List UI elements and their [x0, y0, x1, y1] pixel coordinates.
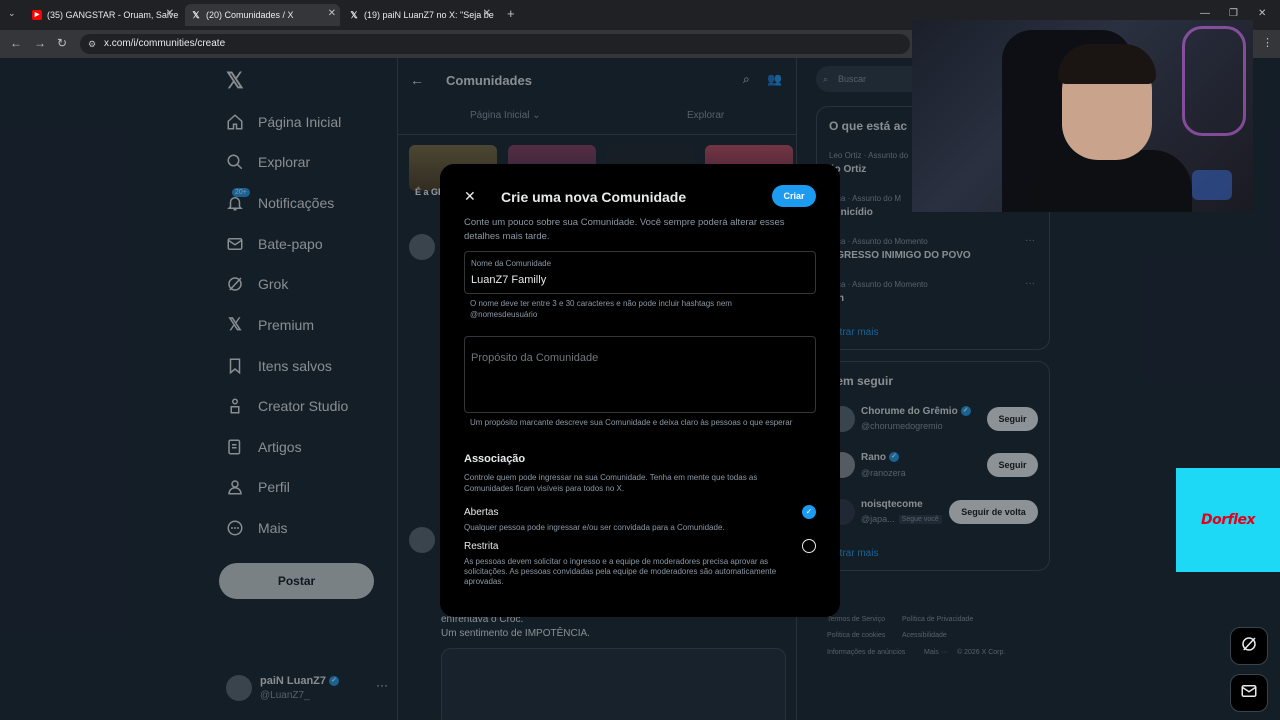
create-community-dialog: ✕ Crie uma nova Comunidade Criar Conte u… [440, 164, 840, 617]
option-restricted-label[interactable]: Restrita [464, 541, 498, 552]
create-button[interactable]: Criar [772, 185, 816, 207]
community-purpose-field[interactable]: Propósito da Comunidade [464, 336, 816, 413]
dorflex-ad: Dorflex [1176, 468, 1280, 572]
close-tab-icon[interactable]: ✕ [328, 8, 336, 19]
field-hint: Um propósito marcante descreve sua Comun… [470, 418, 793, 427]
option-description: Qualquer pessoa pode ingressar e/ou ser … [464, 523, 725, 532]
x-icon: 𝕏 [350, 10, 358, 20]
close-icon[interactable]: ✕ [464, 188, 476, 205]
webcam-light [1192, 170, 1232, 200]
mail-icon [1240, 682, 1258, 705]
close-tab-icon[interactable]: ✕ [483, 8, 491, 19]
webcam-light [1182, 26, 1246, 136]
community-name-field[interactable]: Nome da Comunidade LuanZ7 Familly [464, 251, 816, 294]
field-label: Nome da Comunidade [471, 259, 552, 268]
site-info-icon[interactable]: ⚙ [88, 34, 96, 54]
messages-floating-button[interactable] [1230, 674, 1268, 712]
section-description: Controle quem pode ingressar na sua Comu… [464, 473, 758, 493]
minimize-icon[interactable]: — [1200, 8, 1210, 19]
dorflex-logo: Dorflex [1200, 512, 1256, 528]
option-open-label[interactable]: Abertas [464, 507, 498, 518]
browser-tab-post[interactable]: 𝕏 (19) paiN LuanZ7 no X: "Seja be ✕ [345, 4, 495, 26]
browser-tab-youtube[interactable]: ▶ (35) GANGSTAR - Oruam, Salve ✕ [28, 4, 178, 26]
option-restricted-radio[interactable] [802, 539, 816, 553]
reload-icon[interactable]: ↻ [57, 36, 67, 50]
tab-title: (20) Comunidades / X [206, 10, 294, 20]
url-text: x.com/i/communities/create [104, 38, 226, 49]
field-value: LuanZ7 Familly [471, 274, 547, 286]
field-hint: O nome deve ter entre 3 e 30 caracteres … [470, 299, 732, 319]
new-tab-button[interactable]: + [507, 6, 515, 21]
dialog-description: Conte um pouco sobre sua Comunidade. Voc… [464, 217, 785, 242]
url-input[interactable]: ⚙ x.com/i/communities/create [80, 34, 910, 54]
section-title: Associação [464, 453, 526, 465]
grok-icon [1240, 635, 1258, 658]
tab-title: (35) GANGSTAR - Oruam, Salve [47, 10, 178, 20]
field-placeholder: Propósito da Comunidade [471, 352, 599, 364]
tab-title: (19) paiN LuanZ7 no X: "Seja be [364, 10, 494, 20]
x-icon: 𝕏 [192, 10, 200, 20]
forward-icon[interactable]: → [34, 36, 46, 50]
grok-floating-button[interactable] [1230, 627, 1268, 665]
back-icon[interactable]: ← [10, 36, 22, 50]
option-open-radio[interactable]: ✓ [802, 505, 816, 519]
webcam-overlay [912, 20, 1253, 212]
dialog-title: Crie uma nova Comunidade [501, 189, 687, 205]
browser-tab-communities[interactable]: 𝕏 (20) Comunidades / X ✕ [185, 4, 340, 26]
maximize-icon[interactable]: ❐ [1229, 8, 1238, 19]
tab-list-chevron-icon[interactable]: ⌄ [8, 8, 16, 19]
webcam-person-hair [1058, 44, 1156, 84]
browser-menu-icon[interactable]: ⋮ [1262, 36, 1273, 49]
close-tab-icon[interactable]: ✕ [166, 8, 174, 19]
close-window-icon[interactable]: ✕ [1258, 8, 1266, 19]
option-description: As pessoas devem solicitar o ingresso e … [464, 557, 777, 586]
youtube-icon: ▶ [32, 10, 42, 20]
